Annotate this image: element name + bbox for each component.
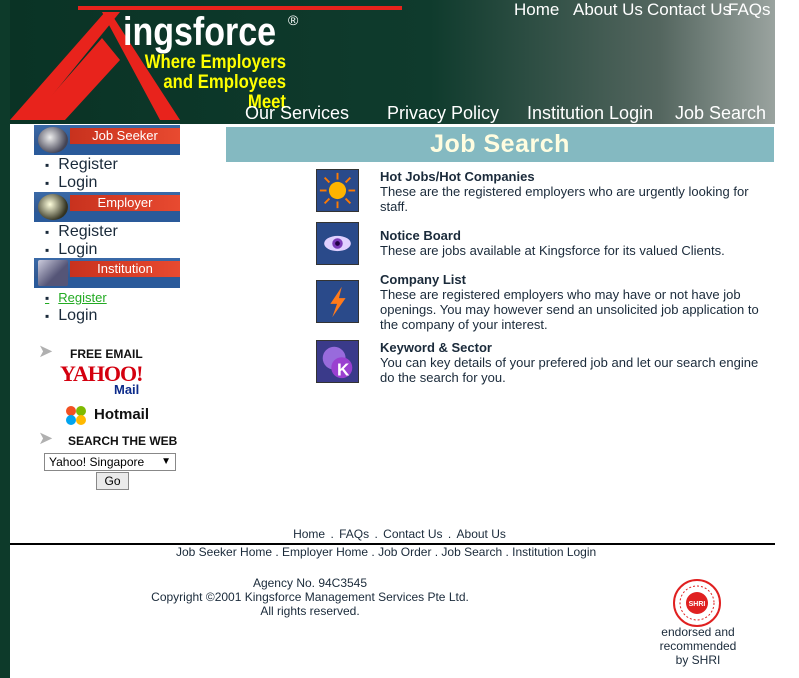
lightning-icon[interactable] [316,280,359,323]
sun-icon[interactable] [316,169,359,212]
employer-menu: Register Login [45,223,118,259]
svg-text:SHRI: SHRI [689,601,706,608]
hot-jobs-link[interactable]: Hot Jobs/Hot Companies [380,169,535,184]
tagline-line-1: Where Employers [144,52,286,73]
footer-link-contact-us[interactable]: Contact Us [383,527,442,541]
job-seeker-menu: Register Login [45,156,118,192]
topnav-faqs[interactable]: FAQs [728,0,771,20]
keyword-sector-link[interactable]: Keyword & Sector [380,340,492,355]
chevron-down-icon: ▼ [161,456,171,467]
company-list-desc: These are registered employers who may h… [380,287,759,332]
job-seeker-register-link[interactable]: Register [45,156,118,174]
footer-secondary-nav[interactable]: Job Seeker Home . Employer Home . Job Or… [176,545,596,559]
free-email-label: FREE EMAIL [70,347,143,361]
institution-menu: Register Login [45,289,107,325]
job-seeker-label: Job Seeker [70,128,180,144]
left-strip [0,0,10,678]
endorse-line-3: by SHRI [675,653,721,667]
company-list-link[interactable]: Company List [380,272,466,287]
registered-mark: ® [288,12,299,28]
hotmail-label[interactable]: Hotmail [94,406,149,423]
search-web-label: SEARCH THE WEB [68,434,178,448]
hot-jobs-desc: These are the registered employers who a… [380,184,749,214]
employer-login-link[interactable]: Login [45,241,118,259]
msn-butterfly-icon[interactable] [64,404,88,428]
footer-link-about-us[interactable]: About Us [457,527,506,541]
footer-nav: Home . FAQs . Contact Us . About Us [293,527,506,541]
eye-icon[interactable] [316,222,359,265]
go-button[interactable]: Go [96,472,129,490]
footer-link-home[interactable]: Home [293,527,325,541]
header: ingsforce ® Where Employers and Employee… [10,0,775,124]
job-seeker-banner[interactable]: Job Seeker [34,125,180,155]
page-title: Job Search [226,127,774,162]
yahoo-mail-label[interactable]: Mail [114,382,139,397]
shri-seal-icon: SHRI [673,579,721,627]
arrow-icon: ➤ [38,341,54,361]
nav-institution-login[interactable]: Institution Login [527,103,653,124]
footer-link-faqs[interactable]: FAQs [339,527,369,541]
institution-icon [38,260,68,286]
agency-number: Agency No. 94C3545 [252,576,368,590]
rights-reserved: All rights reserved. [260,604,360,618]
topnav-contact-us[interactable]: Contact Us [647,0,731,20]
copyright: Copyright ©2001 Kingsforce Management Se… [151,590,469,604]
notice-board-link[interactable]: Notice Board [380,228,461,243]
institution-login-link[interactable]: Login [45,307,107,325]
job-seeker-login-link[interactable]: Login [45,174,118,192]
arrow-icon: ➤ [38,428,54,448]
employer-banner[interactable]: Employer [34,192,180,222]
endorse-line-2: recommended [659,639,737,653]
brand-name: ingsforce [123,10,277,54]
keyword-sector-desc: You can key details of your prefered job… [380,355,759,385]
employer-icon [38,194,68,220]
svg-text:K: K [337,359,350,379]
employer-register-link[interactable]: Register [45,223,118,241]
topnav-home[interactable]: Home [514,0,559,20]
search-engine-value: Yahoo! Singapore [49,455,145,469]
topnav-about-us[interactable]: About Us [573,0,643,20]
notice-board-desc: These are jobs available at Kingsforce f… [380,243,725,258]
nav-our-services[interactable]: Our Services [245,103,349,124]
nav-privacy-policy[interactable]: Privacy Policy [387,103,499,124]
job-seeker-icon [38,127,68,153]
endorse-line-1: endorsed and [661,625,735,639]
employer-label: Employer [70,195,180,211]
keyword-k-icon[interactable]: K [316,340,359,383]
nav-job-search[interactable]: Job Search [675,103,766,124]
institution-label: Institution [70,261,180,277]
institution-banner[interactable]: Institution [34,258,180,288]
institution-register-link[interactable]: Register [45,289,106,307]
email-promo-box: ➤ FREE EMAIL YAHOO! Mail Hotmail ➤ SEARC… [36,340,188,458]
search-engine-select[interactable]: Yahoo! Singapore ▼ [44,453,176,471]
